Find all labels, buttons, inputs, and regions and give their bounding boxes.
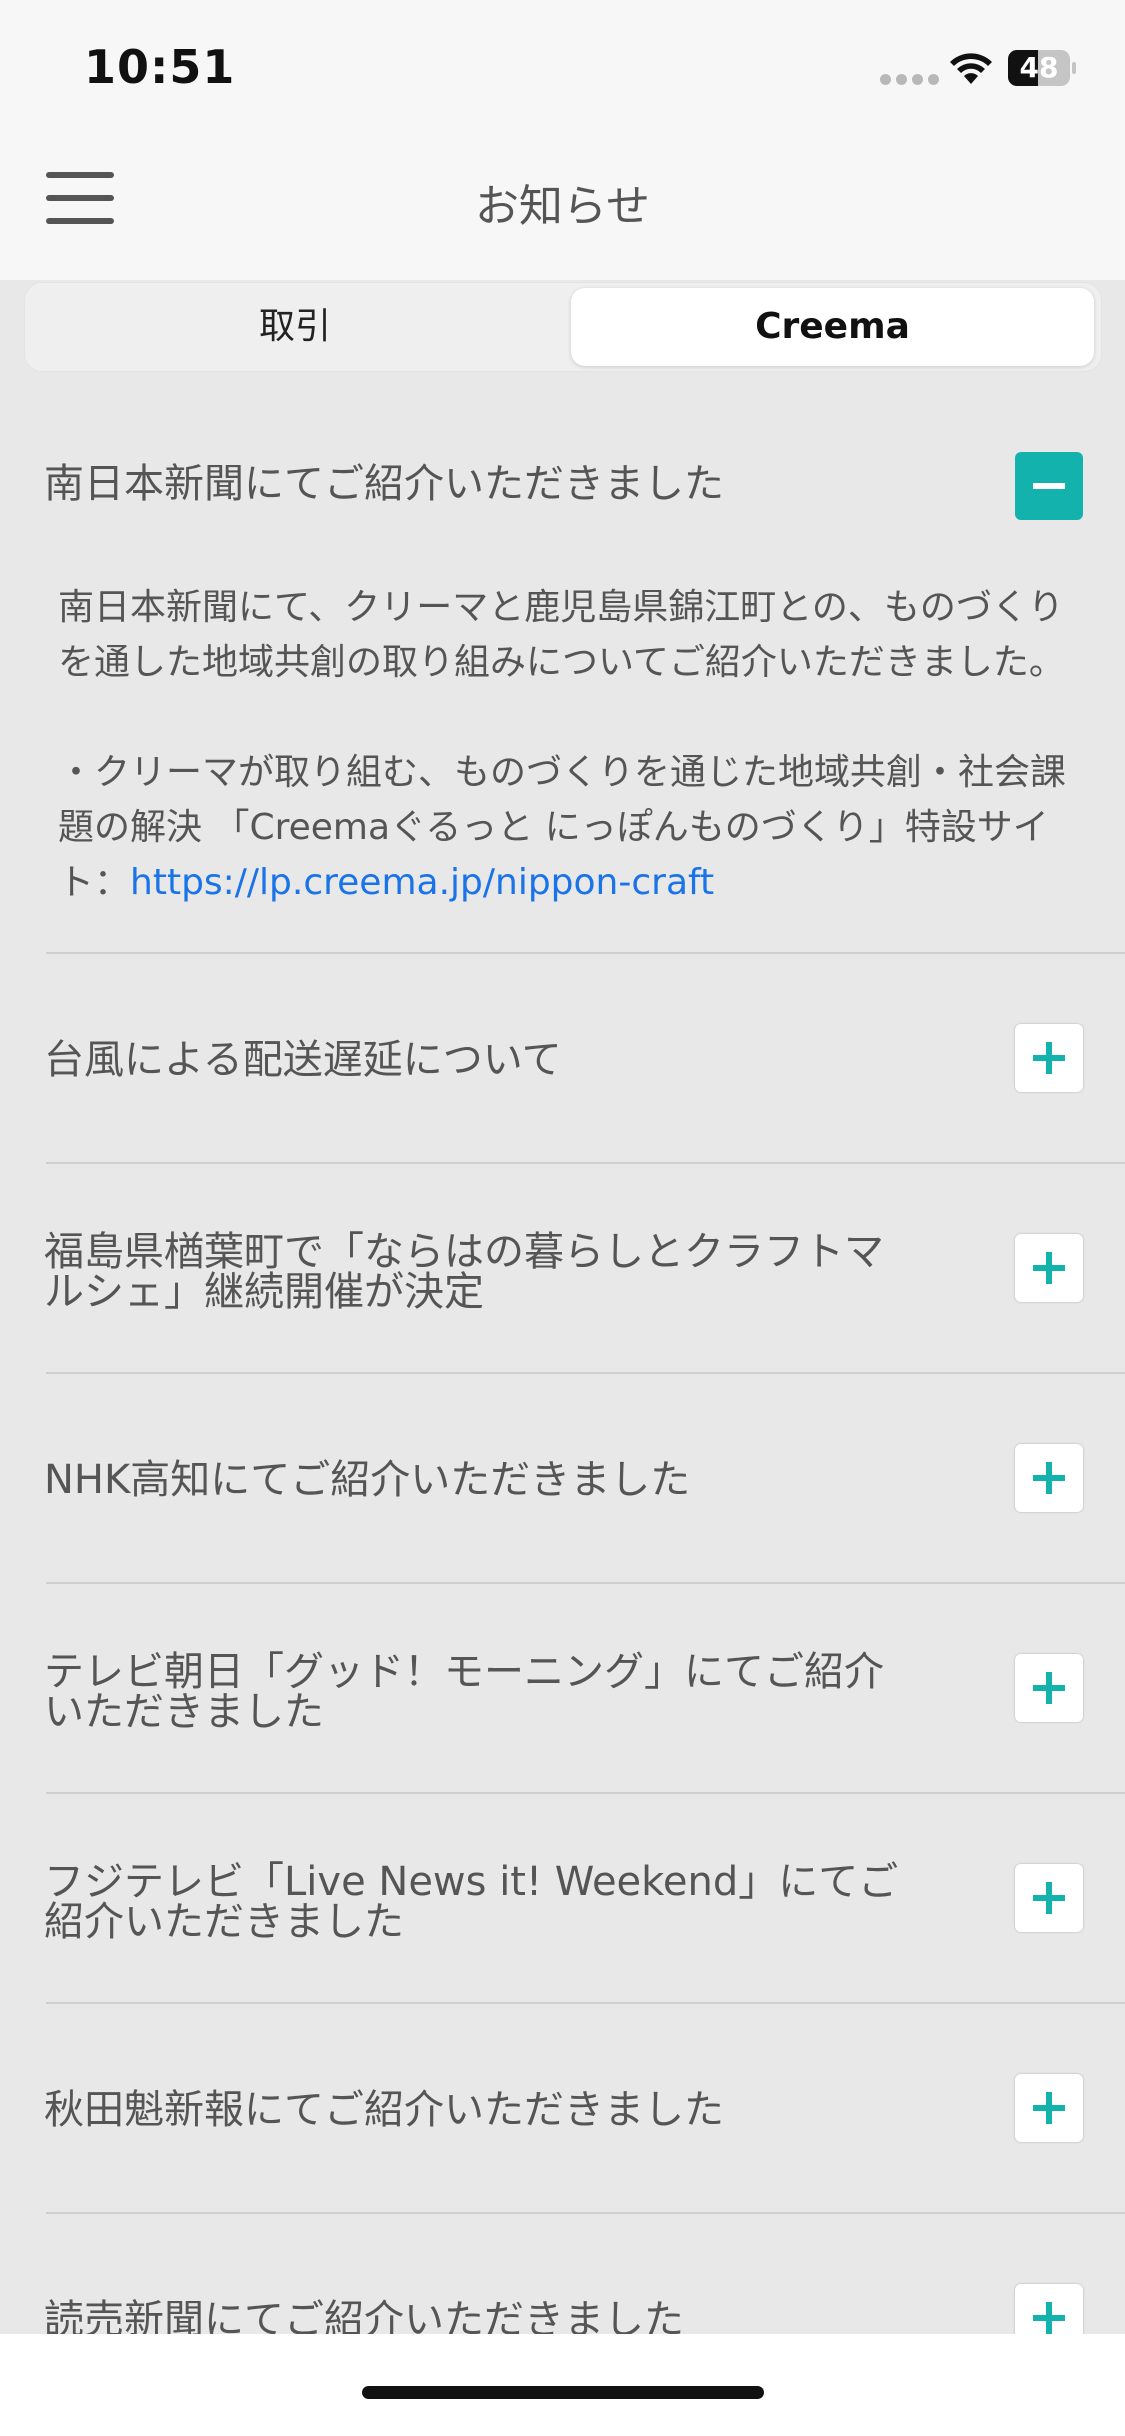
- nippon-craft-link[interactable]: https://lp.creema.jp/nippon-craft: [130, 862, 714, 903]
- notice-title: NHK高知にてご紹介いただきました: [44, 1457, 691, 1503]
- battery-level: 48: [1019, 51, 1059, 84]
- expand-button[interactable]: [1015, 1024, 1083, 1092]
- notice-title: 台風による配送遅延について: [44, 1037, 562, 1083]
- collapse-button[interactable]: [1015, 452, 1083, 520]
- list-item[interactable]: フジテレビ「Live News it! Weekend」にてご 紹介いただきました: [0, 1794, 1125, 2004]
- expand-button[interactable]: [1015, 1654, 1083, 1722]
- status-time: 10:51: [84, 40, 236, 94]
- notice-title: 読売新聞にてご紹介いただきました: [44, 2297, 684, 2334]
- list-item[interactable]: 台風による配送遅延について: [0, 954, 1125, 1164]
- expand-button[interactable]: [1015, 1444, 1083, 1512]
- cellular-signal-icon: [880, 70, 944, 89]
- wifi-icon: [950, 53, 992, 84]
- minus-icon: [1033, 483, 1065, 489]
- battery-icon: 48: [1008, 50, 1076, 86]
- list-item[interactable]: 福島県楢葉町で「ならはの暮らしとクラフトマ ルシェ」継続開催が決定: [0, 1164, 1125, 1374]
- page-title: お知らせ: [474, 181, 651, 232]
- segmented-control: 取引 Creema: [24, 282, 1102, 372]
- notice-title: 福島県楢葉町で「ならはの暮らしとクラフトマ ルシェ」継続開催が決定: [44, 1229, 884, 1315]
- expand-button[interactable]: [1015, 2284, 1083, 2334]
- status-bar: 10:51 48: [0, 0, 1125, 130]
- expand-button[interactable]: [1015, 1234, 1083, 1302]
- notice-title: フジテレビ「Live News it! Weekend」にてご 紹介いただきました: [44, 1859, 899, 1945]
- expand-button[interactable]: [1015, 2074, 1083, 2142]
- notice-title: テレビ朝日「グッド！モーニング」にてご紹介 いただきました: [44, 1649, 884, 1735]
- expand-button[interactable]: [1015, 1864, 1083, 1932]
- notice-list: 南日本新聞にてご紹介いただきました 南日本新聞にて、クリーマと鹿児島県錦江町との…: [0, 384, 1125, 2334]
- home-indicator-area: [0, 2334, 1125, 2436]
- tab-transactions[interactable]: 取引: [30, 288, 560, 366]
- notice-title: 南日本新聞にてご紹介いただきました: [44, 461, 724, 507]
- home-indicator[interactable]: [362, 2386, 764, 2399]
- nav-bar: お知らせ: [0, 130, 1125, 280]
- list-item[interactable]: 秋田魁新報にてご紹介いただきました: [0, 2004, 1125, 2214]
- list-item[interactable]: テレビ朝日「グッド！モーニング」にてご紹介 いただきました: [0, 1584, 1125, 1794]
- list-item-expanded[interactable]: 南日本新聞にてご紹介いただきました 南日本新聞にて、クリーマと鹿児島県錦江町との…: [0, 384, 1125, 954]
- list-item[interactable]: 読売新聞にてご紹介いただきました: [0, 2214, 1125, 2334]
- notice-body: 南日本新聞にて、クリーマと鹿児島県錦江町との、ものづくり を通した地域共創の取り…: [58, 587, 1067, 903]
- list-item[interactable]: NHK高知にてご紹介いただきました: [0, 1374, 1125, 1584]
- tab-creema[interactable]: Creema: [571, 288, 1094, 366]
- notice-title: 秋田魁新報にてご紹介いただきました: [44, 2087, 724, 2133]
